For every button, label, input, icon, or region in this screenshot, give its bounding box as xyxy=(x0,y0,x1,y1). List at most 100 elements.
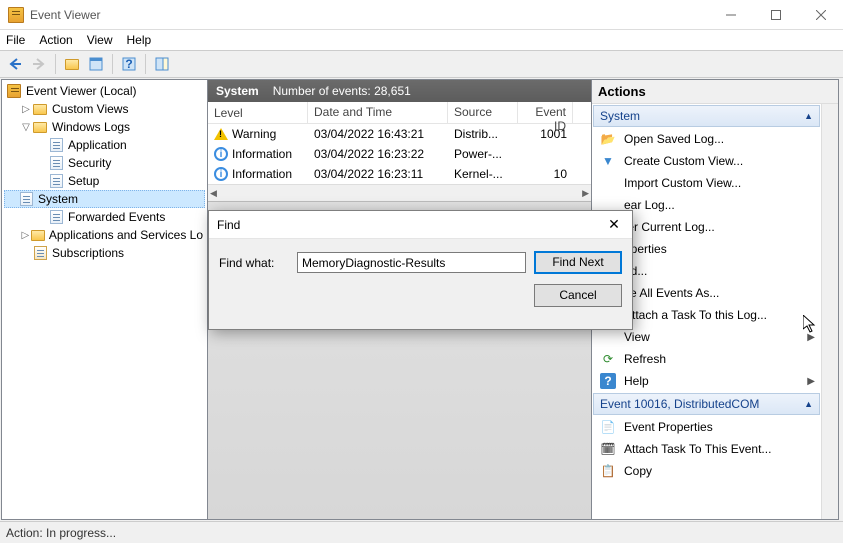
menu-view[interactable]: View xyxy=(87,33,113,47)
horizontal-scrollbar[interactable]: ◀ ▶ xyxy=(208,184,591,201)
find-close-button[interactable]: ✕ xyxy=(604,216,624,233)
refresh-icon: ⟳ xyxy=(600,351,616,367)
tree-windows-logs[interactable]: ▽ Windows Logs xyxy=(4,118,205,136)
scroll-right-icon[interactable]: ▶ xyxy=(582,188,589,199)
log-icon xyxy=(48,155,64,171)
toolbar: ? xyxy=(0,50,843,78)
minimize-button[interactable] xyxy=(708,0,753,29)
action-create-custom-view[interactable]: ▼Create Custom View... xyxy=(592,150,821,172)
log-icon xyxy=(48,173,64,189)
filter-icon: ▼ xyxy=(600,153,616,169)
actions-title: Actions xyxy=(592,80,838,104)
find-what-input[interactable] xyxy=(297,252,526,273)
tree-custom-views[interactable]: ▷ Custom Views xyxy=(4,100,205,118)
collapse-icon[interactable]: ▲ xyxy=(804,399,813,409)
action-section-system[interactable]: System ▲ xyxy=(593,105,820,127)
tree-system[interactable]: System xyxy=(4,190,205,208)
action-open-saved-log[interactable]: 📂Open Saved Log... xyxy=(592,128,821,150)
cell-date: 03/04/2022 16:43:21 xyxy=(308,126,448,142)
grid-row[interactable]: Warning 03/04/2022 16:43:21 Distrib... 1… xyxy=(208,124,591,144)
cell-date: 03/04/2022 16:23:11 xyxy=(308,166,448,182)
show-hide-tree-button[interactable] xyxy=(61,53,83,75)
log-icon xyxy=(48,209,64,225)
tree-subscriptions[interactable]: Subscriptions xyxy=(4,244,205,262)
action-label: Event Properties xyxy=(624,420,713,434)
action-copy[interactable]: 📋 Copy xyxy=(592,460,821,482)
expand-icon[interactable]: ▷ xyxy=(20,104,32,115)
window-title: Event Viewer xyxy=(30,8,100,22)
action-event-attach-task[interactable]: 🗓Attach Task To This Event... xyxy=(592,438,821,460)
app-icon xyxy=(8,7,24,23)
action-help[interactable]: ?Help▶ xyxy=(592,370,821,392)
col-source[interactable]: Source xyxy=(448,102,518,123)
tree-root[interactable]: Event Viewer (Local) xyxy=(4,82,205,100)
action-section-event[interactable]: Event 10016, DistributedCOM ▲ xyxy=(593,393,820,415)
cell-id: 10 xyxy=(518,166,573,182)
col-level[interactable]: Level xyxy=(208,102,308,123)
grid-header[interactable]: Level Date and Time Source Event ID xyxy=(208,102,591,124)
vertical-scrollbar[interactable] xyxy=(821,104,838,519)
properties-button[interactable] xyxy=(85,53,107,75)
tree-application[interactable]: Application xyxy=(4,136,205,154)
grid-row[interactable]: iInformation 03/04/2022 16:23:11 Kernel-… xyxy=(208,164,591,184)
expand-icon[interactable]: ▷ xyxy=(20,230,31,241)
tree-label: Event Viewer (Local) xyxy=(26,84,137,98)
toolbar-separator xyxy=(145,54,146,74)
action-event-properties[interactable]: 📄 Event Properties xyxy=(592,416,821,438)
col-date[interactable]: Date and Time xyxy=(308,102,448,123)
action-section-label: Event 10016, DistributedCOM xyxy=(600,397,759,411)
menu-file[interactable]: File xyxy=(6,33,25,47)
tree-label: Custom Views xyxy=(52,102,128,116)
chevron-right-icon: ▶ xyxy=(807,376,815,387)
properties-icon: 📄 xyxy=(600,419,616,435)
cell-id: 1001 xyxy=(518,126,573,142)
grid-row[interactable]: iInformation 03/04/2022 16:23:22 Power-.… xyxy=(208,144,591,164)
tree-label: Applications and Services Lo xyxy=(49,228,203,242)
action-label: Open Saved Log... xyxy=(624,132,724,146)
view-icon xyxy=(600,329,616,345)
menu-help[interactable]: Help xyxy=(127,33,152,47)
subscriptions-icon xyxy=(32,245,48,261)
col-eventid[interactable]: Event ID xyxy=(518,102,573,123)
event-grid[interactable]: Level Date and Time Source Event ID Warn… xyxy=(208,102,591,201)
tree-setup[interactable]: Setup xyxy=(4,172,205,190)
help-button[interactable]: ? xyxy=(118,53,140,75)
action-import-custom-view[interactable]: Import Custom View... xyxy=(592,172,821,194)
action-refresh[interactable]: ⟳Refresh xyxy=(592,348,821,370)
maximize-button[interactable] xyxy=(753,0,798,29)
back-button[interactable] xyxy=(4,53,26,75)
menu-bar: File Action View Help xyxy=(0,30,843,50)
cell-date: 03/04/2022 16:23:22 xyxy=(308,146,448,162)
find-title: Find xyxy=(217,218,240,232)
collapse-icon[interactable]: ▽ xyxy=(20,122,32,133)
find-next-button[interactable]: Find Next xyxy=(534,251,622,274)
scroll-left-icon[interactable]: ◀ xyxy=(210,188,217,199)
tree-security[interactable]: Security xyxy=(4,154,205,172)
info-icon: i xyxy=(214,147,228,161)
close-button[interactable] xyxy=(798,0,843,29)
window-titlebar: Event Viewer xyxy=(0,0,843,30)
tree-label: Security xyxy=(68,156,111,170)
tree-label: Setup xyxy=(68,174,99,188)
nav-tree[interactable]: Event Viewer (Local) ▷ Custom Views ▽ Wi… xyxy=(1,79,207,520)
tree-forwarded[interactable]: Forwarded Events xyxy=(4,208,205,226)
event-count: Number of events: 28,651 xyxy=(273,84,411,98)
cancel-button[interactable]: Cancel xyxy=(534,284,622,307)
svg-text:?: ? xyxy=(125,57,132,71)
tree-apps-services[interactable]: ▷ Applications and Services Lo xyxy=(4,226,205,244)
folder-icon xyxy=(65,59,79,70)
action-label: ve All Events As... xyxy=(624,286,719,300)
action-section-label: System xyxy=(600,109,640,123)
cell-level: Information xyxy=(232,147,292,161)
collapse-icon[interactable]: ▲ xyxy=(804,111,813,121)
forward-button[interactable] xyxy=(28,53,50,75)
show-hide-action-pane-button[interactable] xyxy=(151,53,173,75)
cell-source: Distrib... xyxy=(448,126,518,142)
help-icon: ? xyxy=(600,373,616,389)
info-icon: i xyxy=(214,167,228,181)
copy-icon: 📋 xyxy=(600,463,616,479)
menu-action[interactable]: Action xyxy=(39,33,72,47)
status-text: Action: In progress... xyxy=(6,526,116,540)
log-icon xyxy=(18,191,34,207)
action-label: Copy xyxy=(624,464,652,478)
